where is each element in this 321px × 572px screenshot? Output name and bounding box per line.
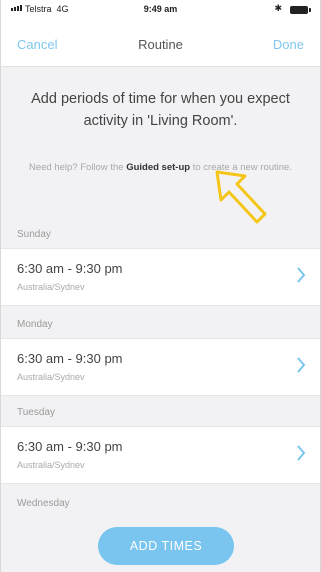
day-header-monday: Monday [17, 319, 53, 330]
routine-screen: Telstra 4G 9:49 am ✱ Cancel Routine Done… [0, 0, 321, 572]
chevron-right-icon [297, 445, 306, 461]
done-button[interactable]: Done [273, 37, 304, 52]
chevron-right-icon [297, 267, 306, 283]
time-row-monday[interactable]: 6:30 am - 9:30 pm Australia/Sydnev [1, 338, 320, 396]
time-range: 6:30 am - 9:30 pm [17, 261, 123, 276]
time-row-tuesday[interactable]: 6:30 am - 9:30 pm Australia/Sydnev [1, 426, 320, 484]
time-range: 6:30 am - 9:30 pm [17, 439, 123, 454]
nav-bar: Cancel Routine Done [1, 22, 320, 67]
day-header-wednesday: Wednesday [17, 498, 70, 509]
battery-icon [290, 6, 311, 14]
time-range: 6:30 am - 9:30 pm [17, 351, 123, 366]
timezone-label: Australia/Sydnev [17, 372, 85, 382]
day-header-tuesday: Tuesday [17, 407, 55, 418]
timezone-label: Australia/Sydnev [17, 282, 85, 292]
chevron-right-icon [297, 357, 306, 373]
day-header-sunday: Sunday [17, 229, 51, 240]
intro-text: Add periods of time for when you expect … [31, 91, 290, 129]
bluetooth-icon: ✱ [274, 3, 282, 13]
timezone-label: Australia/Sydnev [17, 460, 85, 470]
annotation-arrow-icon [215, 170, 267, 224]
add-times-button[interactable]: ADD TIMES [98, 527, 234, 565]
status-bar: Telstra 4G 9:49 am ✱ [1, 0, 320, 22]
clock: 9:49 am [143, 4, 178, 14]
guided-setup-link[interactable]: Guided set-up [126, 162, 190, 173]
time-row-sunday[interactable]: 6:30 am - 9:30 pm Australia/Sydnev [1, 248, 320, 306]
